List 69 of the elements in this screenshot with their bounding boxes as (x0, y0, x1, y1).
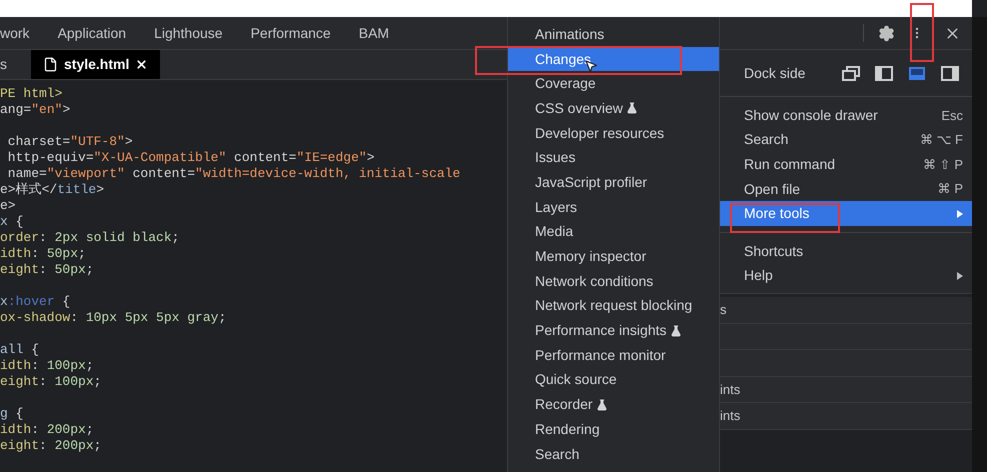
annotation-frame (910, 3, 934, 62)
panel-tab[interactable]: Performance (250, 22, 331, 44)
menu-item[interactable]: Developer resources (508, 120, 719, 146)
file-icon (43, 57, 58, 72)
file-tab[interactable]: style.html (31, 50, 160, 79)
menu-item[interactable]: Shortcuts (720, 238, 972, 264)
code-line: ox-shadow: 10px 5px 5px gray; (0, 310, 228, 326)
code-line: all { (0, 342, 40, 358)
section-title: ints (720, 380, 740, 399)
menu-item[interactable]: Layers (508, 194, 719, 220)
menu-item[interactable]: Animations (508, 22, 719, 47)
panel-tab[interactable]: Lighthouse (154, 22, 223, 44)
menu-item[interactable]: Network conditions (508, 268, 719, 294)
flask-icon (670, 324, 682, 337)
section-title: ints (720, 407, 740, 426)
file-tab-label: s (0, 55, 7, 74)
section-title: s (720, 301, 726, 320)
code-line: eight: 50px; (0, 262, 95, 278)
code-line: idth: 100px; (0, 358, 95, 374)
code-line: e> (0, 198, 17, 214)
menu-item[interactable]: Search (508, 442, 719, 466)
close-tab-icon[interactable] (135, 58, 148, 71)
code-line: charset="UTF-8"> (6, 134, 134, 150)
menu-item[interactable]: Memory inspector (508, 244, 719, 269)
code-line: x:hover { (0, 294, 72, 310)
dock-left-icon[interactable] (875, 64, 893, 82)
menu-item[interactable]: Help (720, 264, 972, 288)
code-line: eight: 200px; (0, 438, 102, 454)
menu-item[interactable]: Open file ⌘ P (720, 176, 972, 202)
gear-icon (878, 24, 894, 42)
panel-tab[interactable]: work (0, 22, 30, 44)
menu-item[interactable]: Show console drawer Esc (720, 103, 972, 128)
code-line: PE html> (0, 86, 64, 102)
dock-right-icon[interactable] (941, 64, 959, 82)
flask-icon (596, 398, 608, 411)
flask-icon (626, 102, 638, 114)
code-line: eight: 100px; (0, 374, 102, 390)
code-line: x { (0, 214, 24, 230)
menu-item[interactable]: Issues (508, 145, 719, 170)
menu-item[interactable]: Rendering (508, 417, 719, 442)
menu-item[interactable]: Media (508, 220, 719, 244)
menu-item[interactable]: Performance insights (508, 318, 719, 343)
code-line: idth: 200px; (0, 422, 95, 438)
dock-side-label: Dock side (744, 64, 806, 82)
panel-tab[interactable]: BAM (358, 22, 390, 44)
menu-item[interactable]: Search ⌘ ⌥ F (720, 128, 972, 152)
menu-item[interactable]: Network request blocking (508, 294, 719, 318)
menu-item[interactable]: Recorder (508, 392, 719, 417)
submenu-arrow-icon (957, 272, 963, 280)
menu-item[interactable]: CSS overview (508, 96, 719, 121)
dock-undock-icon[interactable] (842, 64, 860, 82)
code-line: ang="en"> (0, 102, 72, 118)
menu-item[interactable]: Performance monitor (508, 342, 719, 368)
menu-item[interactable]: Run command ⌘ ⇧ P (720, 152, 972, 177)
menu-item[interactable]: More tools (720, 201, 972, 226)
panel-tab[interactable]: Application (58, 22, 126, 44)
menu-item[interactable]: Coverage (508, 71, 719, 96)
code-line: http-equiv="X-UA-Compatible" content="IE=edge"> (6, 150, 376, 166)
menu-item[interactable]: Quick source (508, 368, 719, 392)
code-line: name="viewport" content="width=device-width, initial-scale (6, 166, 462, 182)
code-line: idth: 50px; (0, 246, 87, 262)
code-line: g { (0, 406, 24, 422)
code-line: e>样式</title> (0, 182, 106, 198)
dock-bottom-icon[interactable] (908, 64, 926, 82)
submenu-arrow-icon (957, 210, 963, 218)
file-tab-label: style.html (64, 55, 130, 74)
menu-item[interactable]: JavaScript profiler (508, 170, 719, 195)
file-tab[interactable]: s (0, 50, 7, 79)
code-line: order: 2px solid black; (0, 230, 180, 246)
